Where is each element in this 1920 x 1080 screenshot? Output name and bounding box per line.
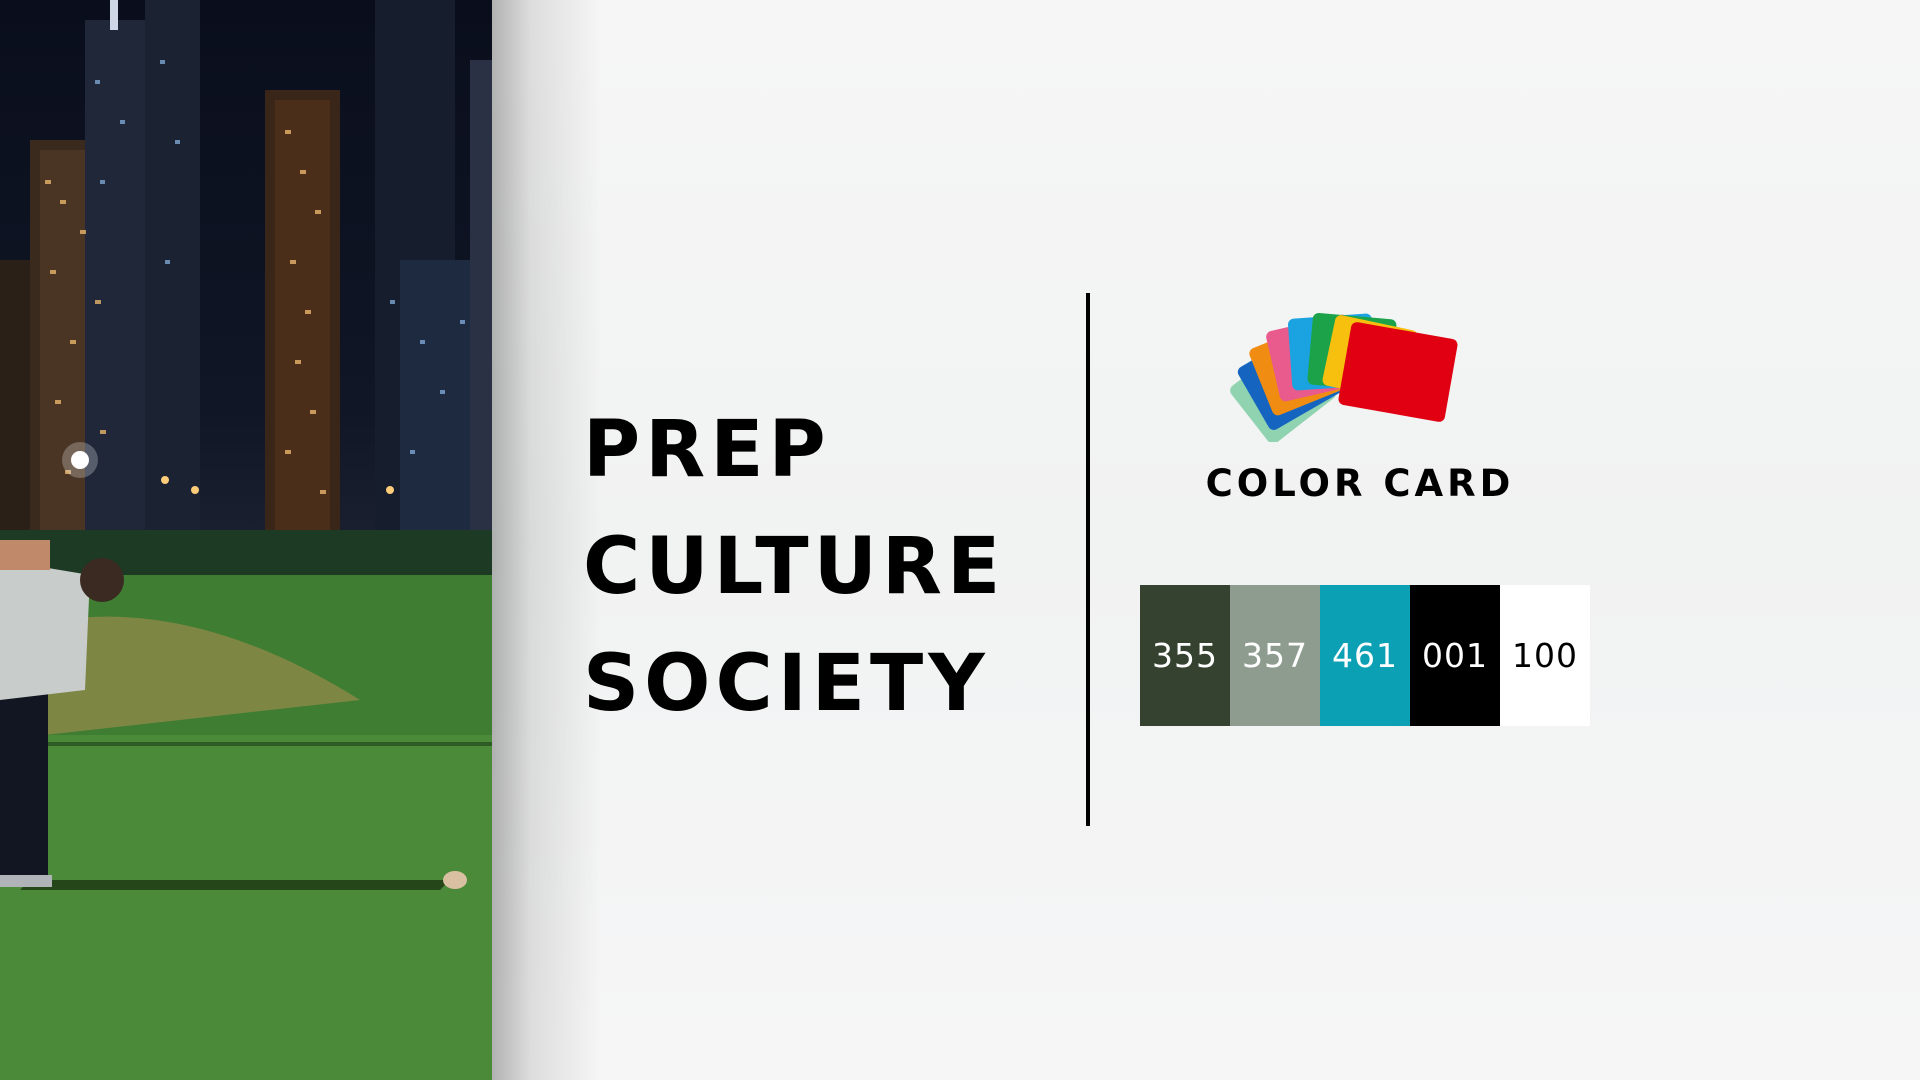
color-card-sheet bbox=[1338, 322, 1458, 422]
color-swatch-strip: 355 357 461 001 100 bbox=[1140, 585, 1590, 726]
swatch-code: 001 bbox=[1422, 636, 1488, 675]
golf-city-night-photo bbox=[0, 0, 492, 1080]
color-card-logo-icon bbox=[1230, 312, 1458, 442]
title-line-2: CULTURE bbox=[583, 522, 1006, 612]
swatch-code: 100 bbox=[1512, 636, 1578, 675]
color-card-label: COLOR CARD bbox=[1205, 462, 1515, 505]
swatch-461: 461 bbox=[1320, 585, 1410, 726]
swatch-code: 357 bbox=[1242, 636, 1308, 675]
swatch-357: 357 bbox=[1230, 585, 1320, 726]
swatch-001: 001 bbox=[1410, 585, 1500, 726]
title-line-1: PREP bbox=[583, 405, 831, 495]
vertical-divider bbox=[1086, 293, 1090, 826]
swatch-100: 100 bbox=[1500, 585, 1590, 726]
brand-title: PREP CULTURE SOCIETY bbox=[583, 392, 1073, 743]
swatch-355: 355 bbox=[1140, 585, 1230, 726]
title-line-3: SOCIETY bbox=[583, 639, 990, 729]
swatch-code: 355 bbox=[1152, 636, 1218, 675]
photo-illustration bbox=[0, 0, 492, 1080]
swatch-code: 461 bbox=[1332, 636, 1398, 675]
